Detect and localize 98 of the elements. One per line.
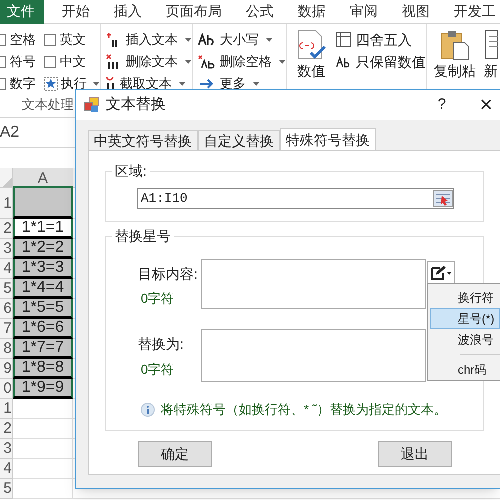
row-number[interactable]: 9 (0, 359, 13, 379)
ribbon-tab[interactable]: 开发工 (442, 0, 500, 24)
column-header[interactable]: A (13, 168, 73, 188)
caret-icon (185, 60, 192, 64)
ribbon-command[interactable]: 插入文本 (106, 29, 192, 51)
row-number[interactable]: 1 (0, 188, 13, 219)
char-count: 0字符 (141, 361, 174, 379)
grid-icon (336, 32, 352, 48)
table-cell: 1*1=1 (13, 219, 73, 239)
case-icon (198, 33, 216, 47)
dialog-tab[interactable]: 中英文符号替换 (88, 130, 198, 150)
row-number[interactable]: 4 (0, 259, 13, 279)
caret-icon (179, 82, 186, 86)
checkbox-label: 英文 (60, 31, 86, 50)
caret-icon (447, 272, 452, 274)
row-number[interactable]: 7 (0, 319, 13, 339)
table-cell (13, 419, 73, 439)
dialog-tab[interactable]: 自定义替换 (198, 130, 280, 150)
clipboard-icon (440, 29, 470, 61)
row-number[interactable]: 5 (0, 279, 13, 299)
ribbon-command[interactable]: 四舍五入 (336, 29, 426, 51)
menu-item[interactable]: 波浪号 (430, 329, 500, 350)
table-cell (13, 188, 73, 219)
row-number[interactable]: 2 (0, 419, 13, 439)
table-cell (13, 439, 73, 459)
table-cell: 1*8=8 (13, 359, 73, 379)
edit-menu-button[interactable] (427, 261, 455, 284)
run-button[interactable]: 执行 (44, 73, 100, 95)
table-cell: 1*3=3 (13, 259, 73, 279)
dialog-button[interactable]: 确定 (138, 441, 212, 467)
name-box[interactable]: A2 (0, 120, 70, 144)
info-icon (141, 402, 155, 417)
ribbon-tab[interactable]: 页面布局 (154, 0, 234, 24)
info-text: 将特殊符号（如换行符、* ˜）替换为指定的文本。 (161, 401, 447, 419)
field-label: 目标内容: (138, 265, 198, 284)
ribbon-tab[interactable]: 数据 (286, 0, 338, 24)
help-button[interactable]: ? (432, 94, 452, 116)
row-number[interactable]: 5 (0, 479, 13, 499)
ribbon-tab[interactable]: 公式 (234, 0, 286, 24)
checkbox-label: 空格 (10, 31, 36, 50)
caret-icon (266, 38, 273, 42)
ribbon-command[interactable]: 大小写 (198, 29, 286, 51)
close-button[interactable]: × (480, 94, 496, 116)
table-cell: 1*2=2 (13, 239, 73, 259)
edit-icon (430, 265, 446, 281)
cut-icon (106, 76, 116, 92)
corner-triangle-icon (3, 178, 12, 187)
document-check-icon (296, 29, 326, 61)
table-cell (13, 399, 73, 419)
menu-item[interactable]: 星号(*) (430, 308, 500, 330)
caret-icon (253, 82, 260, 86)
menu-item[interactable]: chr码 (430, 359, 500, 380)
row-number[interactable]: 3 (0, 239, 13, 259)
checkbox[interactable] (44, 56, 56, 68)
row-number[interactable]: 1 (0, 399, 13, 419)
char-count: 0字符 (141, 290, 174, 308)
dialog-tab[interactable]: 特殊符号替换 (280, 128, 376, 150)
table-cell: 1*9=9 (13, 379, 73, 399)
ribbon-command[interactable]: 只保留数值 (336, 51, 426, 73)
checkbox-label: 符号 (10, 53, 36, 72)
ribbon-tab[interactable]: 开始 (50, 0, 102, 24)
group-label: 文本处理 (22, 96, 75, 114)
checkbox-label: 中文 (60, 53, 86, 72)
arrow-icon (198, 77, 216, 91)
row-number[interactable]: 6 (0, 299, 13, 319)
abc-icon (336, 56, 352, 68)
caret-icon (185, 38, 192, 42)
ribbon-tab[interactable]: 视图 (390, 0, 442, 24)
caret-icon (93, 82, 100, 86)
range-picker-icon[interactable] (433, 190, 453, 207)
delete-space-icon (198, 55, 216, 69)
table-cell: 1*4=4 (13, 279, 73, 299)
value-button[interactable]: 数值 (295, 29, 328, 89)
dialog-button[interactable]: 退出 (378, 441, 452, 467)
caret-icon (279, 60, 286, 64)
app-icon (84, 97, 100, 113)
checkbox[interactable] (44, 34, 56, 46)
checkbox-label: 数字 (10, 75, 36, 94)
table-cell: 1*7=7 (13, 339, 73, 359)
star-icon (44, 77, 58, 91)
ribbon-command[interactable]: 删除文本 (106, 51, 192, 73)
dialog-title: 文本替换 (106, 94, 166, 115)
field-label: 替换为: (138, 335, 184, 354)
row-number[interactable]: 8 (0, 339, 13, 359)
ribbon-command[interactable]: 删除空格 (198, 51, 286, 73)
ribbon-tab[interactable]: 插入 (102, 0, 154, 24)
table-cell: 1*5=5 (13, 299, 73, 319)
replace-field[interactable] (201, 329, 426, 382)
row-number[interactable]: 3 (0, 439, 13, 459)
row-number[interactable]: 0 (0, 379, 13, 399)
ribbon-tab[interactable]: 审阅 (338, 0, 390, 24)
row-number[interactable]: 2 (0, 219, 13, 239)
range-field[interactable]: A1:I10 (137, 188, 454, 209)
table-cell: 1*6=6 (13, 319, 73, 339)
row-number[interactable]: 4 (0, 459, 13, 479)
target-field[interactable] (201, 259, 426, 309)
table-cell (13, 459, 73, 479)
menu-item[interactable]: 换行符 (430, 287, 500, 308)
